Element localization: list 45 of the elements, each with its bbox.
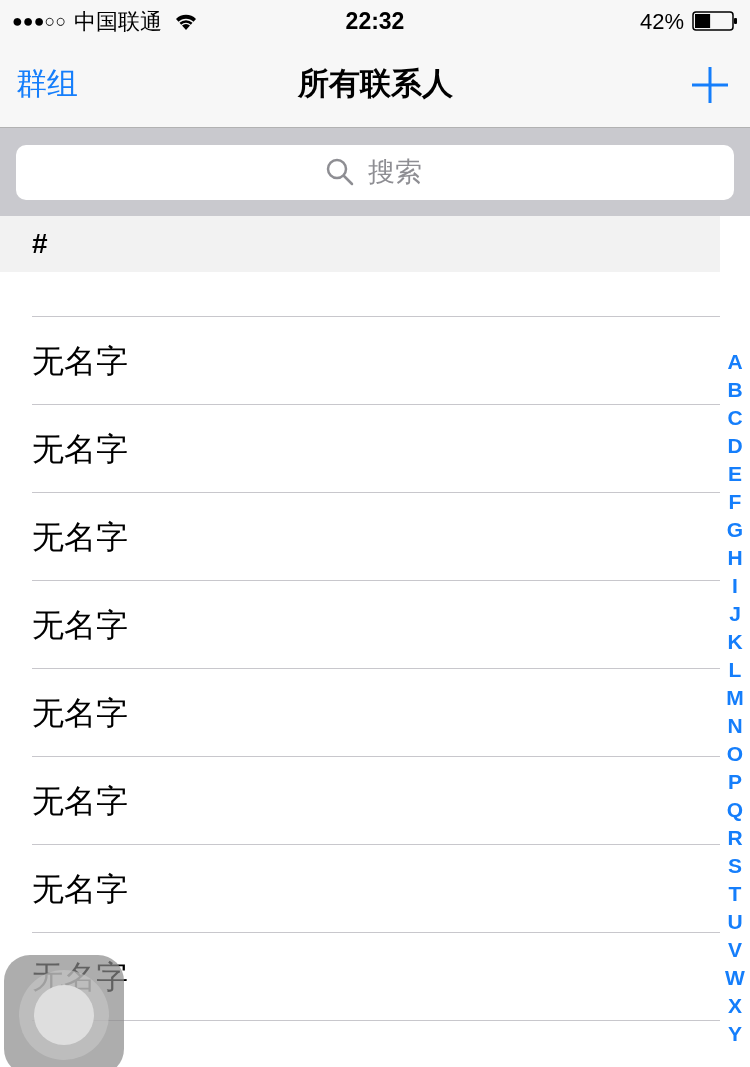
clock-time: 22:32 xyxy=(345,6,405,36)
index-letter[interactable]: C xyxy=(727,404,743,432)
index-letter[interactable]: T xyxy=(728,880,742,908)
index-letter[interactable]: O xyxy=(726,740,744,768)
index-letter[interactable]: J xyxy=(729,600,741,628)
contact-row[interactable]: 无名字 xyxy=(32,757,720,845)
index-letter[interactable]: H xyxy=(727,544,743,572)
index-letter[interactable]: Y xyxy=(728,1020,742,1048)
carrier-name: 中国联通 xyxy=(74,7,163,36)
signal-strength: ●●●○○ xyxy=(12,9,67,33)
index-letter[interactable]: N xyxy=(727,712,743,740)
nav-title: 所有联系人 xyxy=(297,65,453,104)
contact-row[interactable]: 无名字 xyxy=(32,669,720,757)
index-letter[interactable]: R xyxy=(727,824,743,852)
contact-row[interactable]: 无名字 xyxy=(32,405,720,493)
index-letter[interactable]: G xyxy=(726,516,744,544)
index-letter[interactable]: L xyxy=(728,656,742,684)
index-letter[interactable]: M xyxy=(726,684,744,712)
wifi-icon xyxy=(174,12,199,30)
index-letter[interactable]: W xyxy=(725,964,745,992)
contact-row[interactable]: 无名字 xyxy=(32,493,720,581)
battery-percent: 42% xyxy=(639,7,684,36)
battery-icon xyxy=(692,11,738,31)
index-letter[interactable]: S xyxy=(728,852,742,880)
index-letter[interactable]: I xyxy=(732,572,738,600)
index-letter[interactable]: D xyxy=(727,432,743,460)
add-button[interactable] xyxy=(690,64,730,105)
index-letter[interactable]: F xyxy=(728,488,742,516)
contact-row[interactable]: 无名字 xyxy=(32,581,720,669)
index-letter[interactable]: V xyxy=(728,936,742,964)
contact-row[interactable]: 无名字 xyxy=(32,845,720,933)
index-letter[interactable]: B xyxy=(727,376,743,404)
section-header: # xyxy=(0,216,720,272)
plus-icon xyxy=(692,66,728,103)
index-letter[interactable]: A xyxy=(727,348,743,376)
index-letter[interactable]: X xyxy=(728,992,742,1020)
search-icon xyxy=(326,157,354,186)
groups-button[interactable]: 群组 xyxy=(16,61,78,108)
index-letter[interactable]: U xyxy=(727,908,743,936)
index-letter[interactable]: P xyxy=(728,768,742,796)
index-letter[interactable]: K xyxy=(727,628,743,656)
contact-row[interactable]: 无名字 xyxy=(32,317,720,405)
index-letter[interactable]: E xyxy=(728,460,742,488)
search-field[interactable]: 搜索 xyxy=(16,144,734,200)
index-letter[interactable]: Q xyxy=(726,796,744,824)
